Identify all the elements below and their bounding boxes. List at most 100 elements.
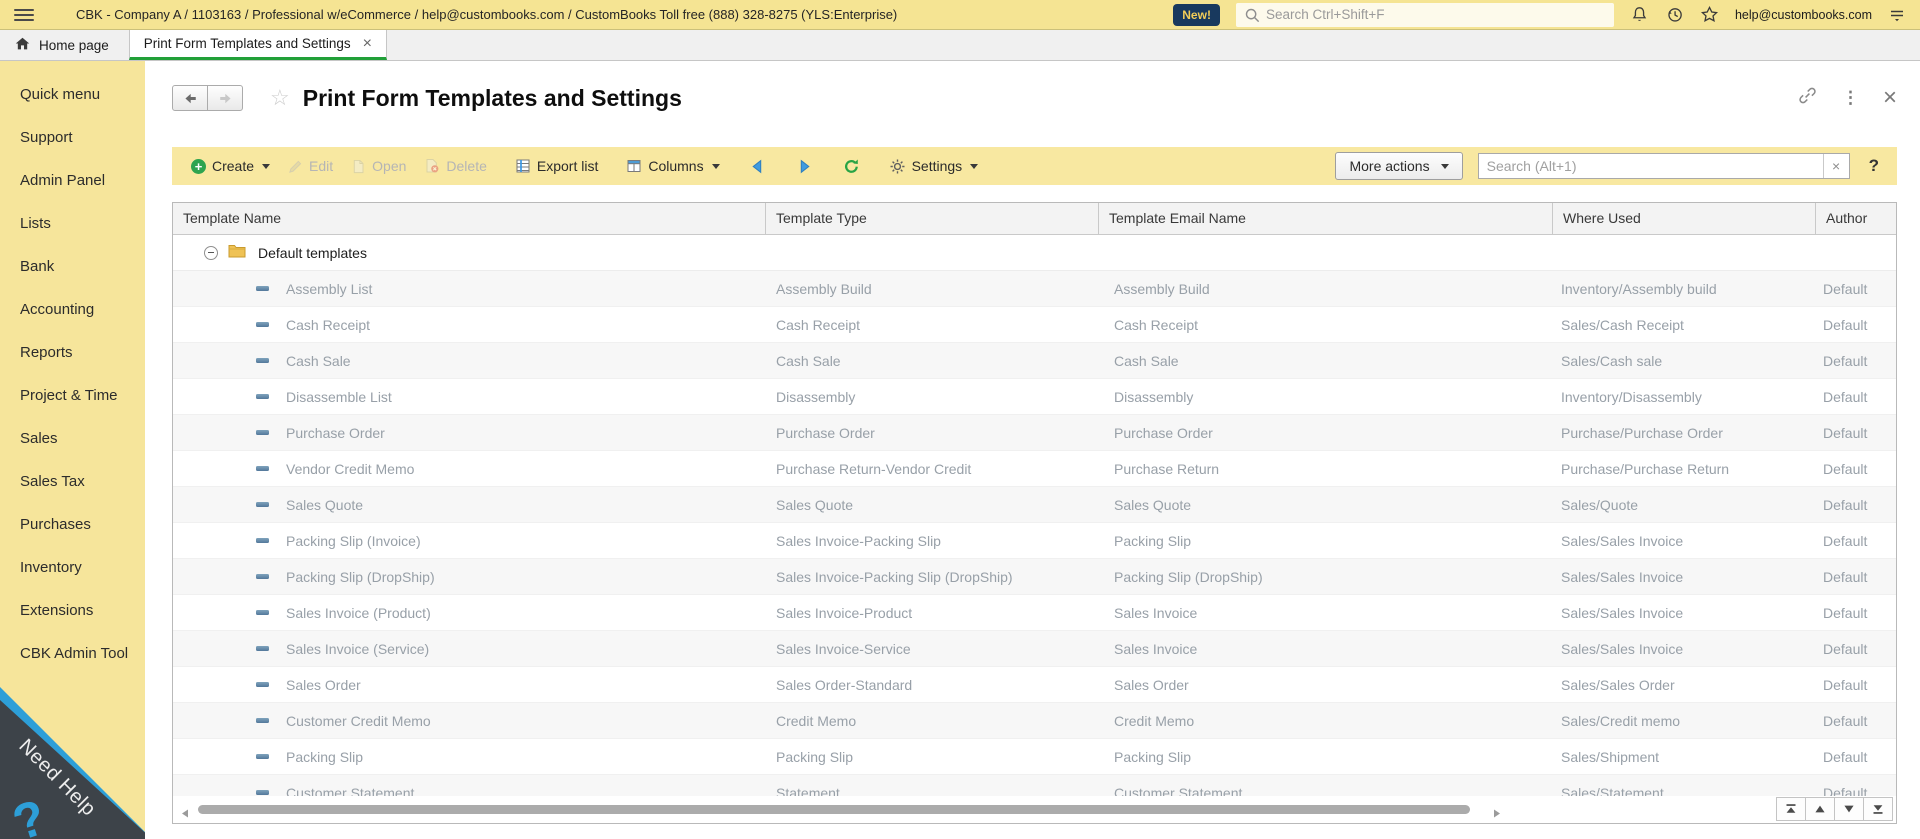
history-icon[interactable]	[1665, 5, 1684, 24]
notifications-bell-icon[interactable]	[1630, 5, 1649, 24]
sidebar-item-accounting[interactable]: Accounting	[0, 288, 145, 331]
favorite-star-icon[interactable]: ☆	[270, 85, 290, 111]
settings-button[interactable]: Settings	[880, 154, 988, 179]
delete-button[interactable]: Delete	[415, 154, 495, 178]
table-row[interactable]: Vendor Credit Memo Purchase Return-Vendo…	[173, 451, 1896, 487]
cell-author: Default	[1823, 604, 1868, 621]
service-menu-icon[interactable]	[1888, 6, 1906, 24]
favorites-star-icon[interactable]	[1700, 5, 1719, 24]
cell-where-used: Inventory/Assembly build	[1561, 280, 1717, 297]
scroll-right-icon[interactable]	[1493, 805, 1501, 823]
table-row[interactable]: Disassemble List Disassembly Disassembly…	[173, 379, 1896, 415]
sidebar-item-inventory[interactable]: Inventory	[0, 546, 145, 589]
template-item-icon	[256, 574, 269, 579]
table-row[interactable]: Cash Receipt Cash Receipt Cash Receipt S…	[173, 307, 1896, 343]
create-button[interactable]: + Create	[182, 154, 279, 178]
tab-home-page[interactable]: Home page	[0, 30, 129, 60]
tab-home-label: Home page	[39, 37, 109, 53]
scroll-down-button[interactable]	[1834, 797, 1864, 821]
list-search-input[interactable]	[1478, 158, 1823, 174]
cell-template-email: Credit Memo	[1114, 712, 1195, 729]
column-header-template-type[interactable]: Template Type	[766, 203, 1099, 234]
column-header-author[interactable]: Author	[1816, 203, 1896, 234]
back-button[interactable]	[172, 85, 208, 111]
clear-search-icon[interactable]: ×	[1822, 154, 1849, 178]
need-help-ribbon[interactable]: Need Help ?	[0, 687, 145, 839]
columns-button[interactable]: Columns	[617, 154, 728, 178]
close-form-icon[interactable]: ×	[1883, 86, 1897, 110]
sidebar-item-support[interactable]: Support	[0, 116, 145, 159]
sidebar-item-quick-menu[interactable]: Quick menu	[0, 73, 145, 116]
cell-template-type: Purchase Order	[776, 424, 875, 441]
sidebar-item-purchases[interactable]: Purchases	[0, 503, 145, 546]
title-bar: ☆ Print Form Templates and Settings ⋮ ×	[172, 77, 1897, 119]
table-row[interactable]: Customer Credit Memo Credit Memo Credit …	[173, 703, 1896, 739]
table-row[interactable]: Sales Invoice (Service) Sales Invoice-Se…	[173, 631, 1896, 667]
sidebar-item-reports[interactable]: Reports	[0, 331, 145, 374]
global-search-input[interactable]	[1265, 7, 1606, 22]
cell-where-used: Sales/Sales Invoice	[1561, 604, 1684, 621]
collapse-icon[interactable]	[204, 245, 218, 260]
cell-author: Default	[1823, 424, 1868, 441]
cell-author: Default	[1823, 568, 1868, 585]
group-row-default-templates[interactable]: Default templates	[173, 235, 1896, 271]
table-row[interactable]: Packing Slip (DropShip) Sales Invoice-Pa…	[173, 559, 1896, 595]
table-row[interactable]: Cash Sale Cash Sale Cash Sale Sales/Cash…	[173, 343, 1896, 379]
tab-print-form-templates[interactable]: Print Form Templates and Settings ×	[128, 30, 387, 60]
template-item-icon	[256, 790, 269, 795]
scroll-to-top-button[interactable]	[1776, 797, 1806, 821]
table-row[interactable]: Packing Slip Packing Slip Packing Slip S…	[173, 739, 1896, 775]
export-list-button[interactable]: Export list	[506, 154, 607, 178]
table-row[interactable]: Assembly List Assembly Build Assembly Bu…	[173, 271, 1896, 307]
table-row[interactable]: Sales Quote Sales Quote Sales Quote Sale…	[173, 487, 1896, 523]
scroll-up-button[interactable]	[1805, 797, 1835, 821]
more-actions-button[interactable]: More actions	[1335, 152, 1463, 180]
sidebar-item-admin-panel[interactable]: Admin Panel	[0, 159, 145, 202]
forward-button[interactable]	[207, 85, 243, 111]
sidebar-item-cbk-admin-tool[interactable]: CBK Admin Tool	[0, 632, 145, 675]
cell-template-type: Cash Receipt	[776, 316, 861, 333]
sidebar-item-project-time[interactable]: Project & Time	[0, 374, 145, 417]
column-header-where-used[interactable]: Where Used	[1553, 203, 1816, 234]
column-header-template-email[interactable]: Template Email Name	[1099, 203, 1553, 234]
scroll-to-bottom-button[interactable]	[1863, 797, 1893, 821]
table-row[interactable]: Sales Order Sales Order-Standard Sales O…	[173, 667, 1896, 703]
template-item-icon	[256, 322, 269, 327]
help-email-link[interactable]: help@custombooks.com	[1735, 8, 1872, 22]
more-menu-icon[interactable]: ⋮	[1842, 88, 1859, 108]
new-badge[interactable]: New!	[1173, 3, 1220, 26]
horizontal-scrollbar[interactable]	[173, 796, 1896, 823]
table-row[interactable]: Packing Slip (Invoice) Sales Invoice-Pac…	[173, 523, 1896, 559]
next-arrow-button[interactable]	[786, 154, 823, 179]
cell-author: Default	[1823, 640, 1868, 657]
cell-template-email: Assembly Build	[1114, 280, 1210, 297]
sidebar-item-extensions[interactable]: Extensions	[0, 589, 145, 632]
main-menu-icon[interactable]	[14, 8, 34, 21]
cell-where-used: Sales/Sales Invoice	[1561, 532, 1684, 549]
help-button[interactable]: ?	[1869, 156, 1879, 176]
scrollbar-thumb[interactable]	[198, 805, 1470, 814]
template-item-icon	[256, 682, 269, 687]
refresh-icon	[844, 158, 858, 173]
cell-template-email: Cash Sale	[1114, 352, 1179, 369]
scroll-left-icon[interactable]	[181, 805, 189, 823]
cell-template-email: Sales Invoice	[1114, 640, 1198, 657]
column-header-template-name[interactable]: Template Name	[173, 203, 766, 234]
list-search[interactable]: ×	[1477, 153, 1850, 179]
sidebar-item-bank[interactable]: Bank	[0, 245, 145, 288]
pencil-icon	[289, 160, 302, 173]
sidebar-item-lists[interactable]: Lists	[0, 202, 145, 245]
get-link-icon[interactable]	[1797, 85, 1818, 111]
open-button[interactable]: Open	[342, 154, 415, 178]
global-search[interactable]	[1235, 2, 1614, 27]
table-row[interactable]: Sales Invoice (Product) Sales Invoice-Pr…	[173, 595, 1896, 631]
sidebar-item-sales[interactable]: Sales	[0, 417, 145, 460]
edit-button[interactable]: Edit	[279, 154, 342, 178]
tab-close-icon[interactable]: ×	[363, 35, 372, 52]
template-item-icon	[256, 754, 269, 759]
refresh-button[interactable]	[833, 154, 870, 179]
sidebar-item-sales-tax[interactable]: Sales Tax	[0, 460, 145, 503]
table-row[interactable]: Purchase Order Purchase Order Purchase O…	[173, 415, 1896, 451]
previous-arrow-button[interactable]	[739, 154, 776, 179]
cell-template-type: Assembly Build	[776, 280, 872, 297]
